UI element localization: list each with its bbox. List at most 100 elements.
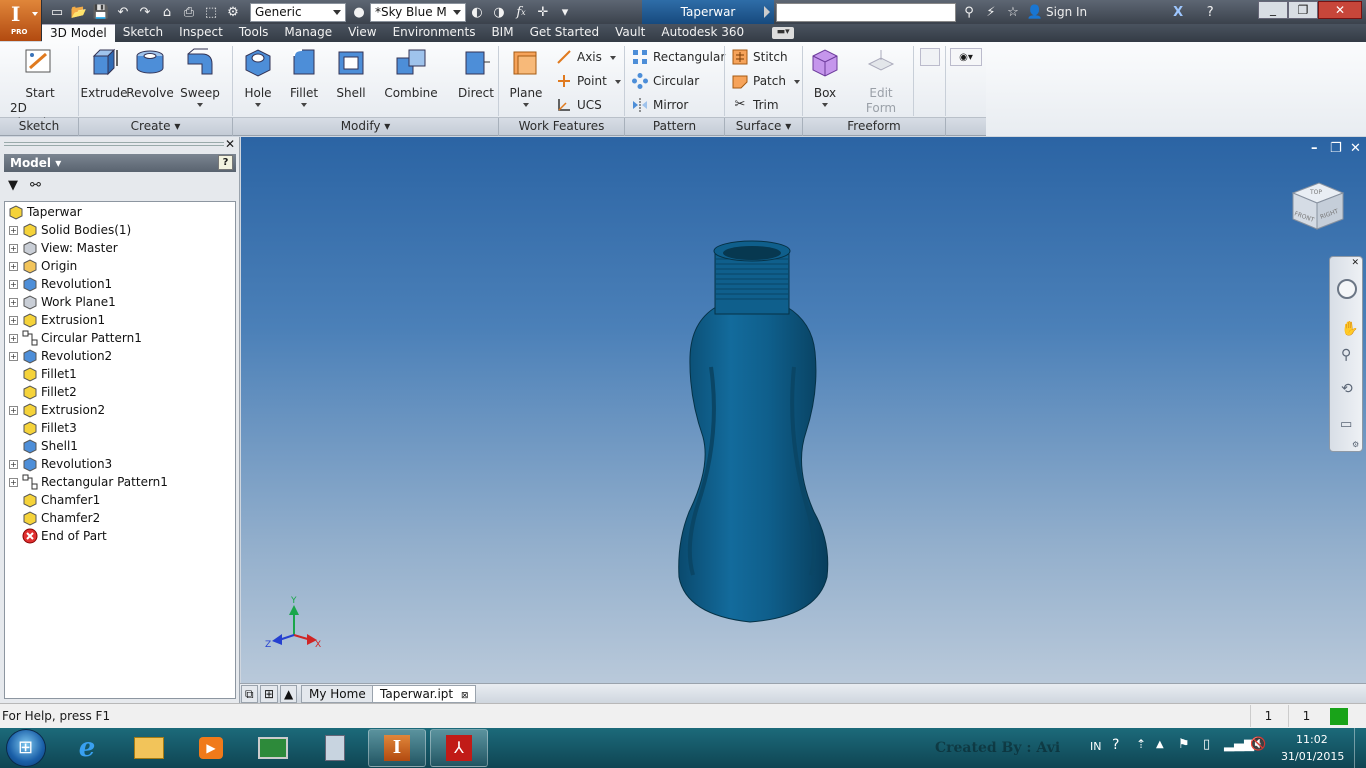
tree-node[interactable]: + Solid Bodies(1) xyxy=(5,221,131,239)
tree-node[interactable]: Chamfer1 xyxy=(5,491,100,509)
tree-node[interactable]: Fillet2 xyxy=(5,383,77,401)
expand-plus-icon[interactable]: + xyxy=(9,297,18,307)
tab-vault[interactable]: Vault xyxy=(607,24,653,42)
rectangular-pattern-button[interactable]: Rectangular xyxy=(632,48,725,66)
tree-node[interactable]: + Extrusion2 xyxy=(5,401,105,419)
expand-plus-icon[interactable]: + xyxy=(9,315,18,325)
tree-node[interactable]: + Rectangular Pattern1 xyxy=(5,473,168,491)
favorites-star-icon[interactable]: ☆ xyxy=(1004,3,1022,21)
expand-plus-icon[interactable]: + xyxy=(9,243,18,253)
taskbar-inventor[interactable]: I xyxy=(368,729,426,767)
tab-environments[interactable]: Environments xyxy=(385,24,484,42)
home-icon[interactable]: ⌂ xyxy=(158,3,176,21)
revolve-button[interactable]: Revolve xyxy=(126,46,174,101)
start-button[interactable]: ⊞ xyxy=(6,729,46,767)
bottle-model[interactable] xyxy=(678,240,829,623)
pan-hand-icon[interactable]: ✋ xyxy=(1341,321,1358,337)
browser-help-button[interactable]: ? xyxy=(218,155,233,170)
tree-node[interactable]: Shell1 xyxy=(5,437,78,455)
new-icon[interactable]: ▭ xyxy=(48,3,66,21)
expand-plus-icon[interactable]: + xyxy=(9,405,18,415)
tree-node[interactable]: + Revolution3 xyxy=(5,455,112,473)
ribbon-options-icon[interactable]: ◉▾ xyxy=(950,48,982,66)
taskbar-media-player[interactable]: ▶ xyxy=(182,729,240,767)
update-icon[interactable]: ⚙ xyxy=(224,3,242,21)
find-binoculars-icon[interactable]: ⚯ xyxy=(30,178,41,193)
extrude-button[interactable]: Extrude xyxy=(81,46,127,101)
edit-form-button[interactable]: Edit Form xyxy=(861,46,901,116)
direct-button[interactable]: Direct xyxy=(456,46,496,101)
close-icon[interactable]: ⊠ xyxy=(461,691,469,701)
close-window-button[interactable]: ✕ xyxy=(1318,1,1362,19)
tree-node[interactable]: + Revolution2 xyxy=(5,347,112,365)
panel-surface[interactable]: Surface ▾ xyxy=(725,118,803,136)
taskbar-internet-explorer[interactable]: e xyxy=(58,729,116,767)
expand-plus-icon[interactable]: + xyxy=(9,477,18,487)
tree-node[interactable]: + Circular Pattern1 xyxy=(5,329,142,347)
tab-tools[interactable]: Tools xyxy=(231,24,277,42)
cascade-windows-icon[interactable]: ⧉ xyxy=(241,685,258,703)
tab-taperwar-ipt[interactable]: Taperwar.ipt ⊠ xyxy=(372,685,477,703)
tab-list-icon[interactable]: ▲ xyxy=(280,685,298,703)
close-icon[interactable]: ✕ xyxy=(1351,258,1359,268)
sign-in-link[interactable]: Sign In xyxy=(1046,5,1087,19)
tab-inspect[interactable]: Inspect xyxy=(171,24,231,42)
expand-plus-icon[interactable]: + xyxy=(9,459,18,469)
adjust-icon[interactable]: ◐ xyxy=(468,3,486,21)
tab-my-home[interactable]: My Home xyxy=(301,685,374,703)
clock-time[interactable]: 11:02 xyxy=(1296,733,1328,746)
graphics-window[interactable]: Y X Z TOP FRONT RIGHT – ❐ ✕ xyxy=(241,137,1366,683)
tree-node[interactable]: Fillet3 xyxy=(5,419,77,437)
orbit-icon[interactable]: ⟲ xyxy=(1341,381,1353,397)
trim-button[interactable]: ✂ Trim xyxy=(732,96,779,114)
open-icon[interactable]: 📂 xyxy=(70,3,88,21)
help-circle-icon[interactable]: ? xyxy=(1112,737,1119,753)
upload-icon[interactable]: ⇡ xyxy=(1136,737,1146,751)
application-menu-button[interactable]: I PRO xyxy=(0,0,42,41)
exchange-apps-icon[interactable]: X xyxy=(1169,3,1187,21)
subscription-icon[interactable]: ⚡ xyxy=(982,3,1000,21)
close-icon[interactable]: ✕ xyxy=(225,137,235,151)
fillet-button[interactable]: Fillet xyxy=(284,46,324,107)
device-icon[interactable]: ▯ xyxy=(1203,737,1210,752)
tab-3d-model[interactable]: 3D Model xyxy=(42,24,115,42)
patch-button[interactable]: Patch xyxy=(732,72,800,90)
show-hidden-icons[interactable]: ▲ xyxy=(1156,739,1164,750)
axis-button[interactable]: Axis xyxy=(556,48,616,66)
expand-plus-icon[interactable]: + xyxy=(9,279,18,289)
shortcut-icon[interactable] xyxy=(920,48,940,66)
search-icon[interactable]: ⚲ xyxy=(960,3,978,21)
minimize-button[interactable]: _ xyxy=(1258,1,1288,19)
tree-node[interactable]: + Work Plane1 xyxy=(5,293,116,311)
panel-sketch[interactable]: Sketch xyxy=(0,118,79,136)
tab-bim[interactable]: BIM xyxy=(483,24,521,42)
show-desktop-button[interactable] xyxy=(1354,728,1366,768)
expand-plus-icon[interactable]: + xyxy=(9,333,18,343)
undo-icon[interactable]: ↶ xyxy=(114,3,132,21)
plane-button[interactable]: Plane xyxy=(506,46,546,107)
tree-node[interactable]: Fillet1 xyxy=(5,365,77,383)
filter-icon[interactable]: ▼ xyxy=(8,178,18,193)
viewport-close-icon[interactable]: ✕ xyxy=(1350,141,1361,156)
expand-plus-icon[interactable]: + xyxy=(9,351,18,361)
tree-node[interactable]: + Extrusion1 xyxy=(5,311,105,329)
taskbar-acrobat[interactable]: ⅄ xyxy=(430,729,488,767)
browser-grip[interactable] xyxy=(4,142,224,146)
tree-node[interactable]: + Origin xyxy=(5,257,77,275)
tree-node[interactable]: + View: Master xyxy=(5,239,118,257)
customize-icon[interactable]: ▾ xyxy=(556,3,574,21)
clear-icon[interactable]: ◑ xyxy=(490,3,508,21)
tab-autodesk-360[interactable]: Autodesk 360 xyxy=(653,24,752,42)
steering-wheel-icon[interactable] xyxy=(1337,279,1357,299)
combine-button[interactable]: Combine xyxy=(384,46,438,101)
expand-plus-icon[interactable]: + xyxy=(9,261,18,271)
panel-freeform[interactable]: Freeform xyxy=(803,118,946,136)
customize-navbar-icon[interactable]: ⚙ xyxy=(1352,440,1359,449)
tree-node[interactable]: Chamfer2 xyxy=(5,509,100,527)
tab-view[interactable]: View xyxy=(340,24,384,42)
crosshair-icon[interactable]: ✛ xyxy=(534,3,552,21)
taskbar-calculator[interactable] xyxy=(306,729,364,767)
hole-button[interactable]: Hole xyxy=(238,46,278,107)
tree-node[interactable]: Taperwar xyxy=(5,203,82,221)
tab-sketch[interactable]: Sketch xyxy=(115,24,171,42)
